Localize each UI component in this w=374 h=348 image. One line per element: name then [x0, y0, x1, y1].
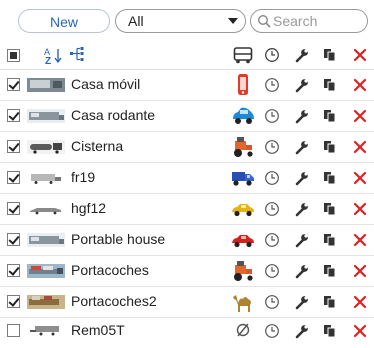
copy-icon[interactable] — [322, 232, 338, 248]
list-item[interactable]: fr19 — [0, 163, 374, 194]
vehicle-name: fr19 — [71, 169, 96, 185]
delete-icon[interactable] — [352, 232, 368, 248]
wrench-icon[interactable] — [294, 108, 310, 124]
bus-icon — [233, 47, 253, 64]
copy-icon[interactable] — [322, 77, 338, 93]
row-checkbox[interactable] — [7, 109, 20, 122]
row-checkbox[interactable] — [7, 171, 20, 184]
row-checkbox[interactable] — [7, 233, 20, 246]
vehicle-name: Casa móvil — [71, 76, 141, 92]
list-item[interactable]: Cisterna — [0, 132, 374, 163]
clock-icon[interactable] — [264, 294, 280, 310]
copy-icon[interactable] — [322, 170, 338, 186]
vehicle-name: Cisterna — [71, 138, 124, 154]
search-icon — [257, 14, 271, 28]
delete-icon[interactable] — [352, 108, 368, 124]
wrench-icon[interactable] — [294, 139, 310, 155]
delete-icon[interactable] — [352, 263, 368, 279]
list-item[interactable]: Casa móvil — [0, 70, 374, 101]
list-header: A Z — [0, 41, 374, 70]
svg-text:Z: Z — [45, 56, 51, 64]
wrench-icon[interactable] — [294, 201, 310, 217]
clock-icon — [264, 47, 280, 63]
copy-icon[interactable] — [322, 201, 338, 217]
wrench-icon[interactable] — [294, 232, 310, 248]
wrench-icon — [294, 47, 310, 63]
vehicle-photo-thumbnail — [27, 202, 65, 216]
copy-icon — [322, 47, 338, 63]
search-input[interactable] — [273, 12, 363, 30]
vehicle-photo-thumbnail — [27, 323, 65, 337]
list-item[interactable]: Rem05T — [0, 318, 374, 348]
copy-icon[interactable] — [322, 263, 338, 279]
copy-icon[interactable] — [322, 323, 338, 339]
vehicle-photo-thumbnail — [27, 264, 65, 278]
list-item[interactable]: Casa rodante — [0, 101, 374, 132]
row-checkbox[interactable] — [7, 202, 20, 215]
vehicle-name: Rem05T — [71, 322, 125, 338]
search-box[interactable] — [250, 9, 368, 33]
clock-icon[interactable] — [264, 263, 280, 279]
filter-select[interactable]: All — [115, 9, 246, 33]
new-button[interactable]: New — [18, 9, 110, 33]
list-item[interactable]: Portable house — [0, 225, 374, 256]
copy-icon[interactable] — [322, 294, 338, 310]
no-icon — [231, 320, 255, 340]
tractor-icon — [231, 136, 255, 157]
select-all-checkbox[interactable] — [7, 49, 20, 62]
clock-icon[interactable] — [264, 323, 280, 339]
clock-icon[interactable] — [264, 232, 280, 248]
row-checkbox[interactable] — [7, 324, 20, 337]
tractor-icon — [231, 260, 255, 281]
vehicle-name: Portacoches2 — [71, 293, 157, 309]
filter-select-value: All — [128, 13, 144, 29]
vehicle-photo-thumbnail — [27, 171, 65, 185]
copy-icon[interactable] — [322, 139, 338, 155]
vehicle-name: Casa rodante — [71, 107, 156, 123]
list-item[interactable]: hgf12 — [0, 194, 374, 225]
vehicle-photo-thumbnail — [27, 233, 65, 247]
delete-icon[interactable] — [352, 139, 368, 155]
row-checkbox[interactable] — [7, 264, 20, 277]
list-item[interactable]: Portacoches2 — [0, 287, 374, 318]
group-tree-icon[interactable] — [70, 47, 88, 61]
copy-icon[interactable] — [322, 108, 338, 124]
wrench-icon[interactable] — [294, 77, 310, 93]
vehicle-photo-thumbnail — [27, 109, 65, 123]
wrench-icon[interactable] — [294, 294, 310, 310]
delete-icon[interactable] — [352, 170, 368, 186]
clock-icon[interactable] — [264, 108, 280, 124]
vehicle-photo-thumbnail — [27, 140, 65, 154]
sort-az-icon[interactable]: A Z — [44, 46, 64, 64]
vehicle-name: Portacoches — [71, 262, 149, 278]
yellow-car-icon — [231, 199, 255, 219]
delete-icon[interactable] — [352, 77, 368, 93]
vehicle-photo-thumbnail — [27, 295, 65, 309]
list-item[interactable]: Portacoches — [0, 256, 374, 287]
toolbar: New All — [0, 0, 374, 42]
blue-truck-icon — [231, 168, 255, 188]
vehicle-name: Portable house — [71, 231, 166, 247]
phone-icon — [231, 74, 255, 95]
wrench-icon[interactable] — [294, 323, 310, 339]
vehicle-photo-thumbnail — [27, 78, 65, 92]
delete-icon[interactable] — [352, 201, 368, 217]
clock-icon[interactable] — [264, 201, 280, 217]
dropdown-arrow-icon — [228, 18, 238, 24]
clock-icon[interactable] — [264, 139, 280, 155]
red-car-icon — [231, 230, 255, 250]
delete-icon — [352, 47, 368, 63]
row-checkbox[interactable] — [7, 295, 20, 308]
wrench-icon[interactable] — [294, 263, 310, 279]
delete-icon[interactable] — [352, 294, 368, 310]
clock-icon[interactable] — [264, 77, 280, 93]
row-checkbox[interactable] — [7, 140, 20, 153]
clock-icon[interactable] — [264, 170, 280, 186]
row-checkbox[interactable] — [7, 78, 20, 91]
delete-icon[interactable] — [352, 323, 368, 339]
blue-car-icon — [231, 106, 255, 126]
vehicle-name: hgf12 — [71, 200, 107, 216]
camel-icon — [231, 291, 255, 312]
wrench-icon[interactable] — [294, 170, 310, 186]
